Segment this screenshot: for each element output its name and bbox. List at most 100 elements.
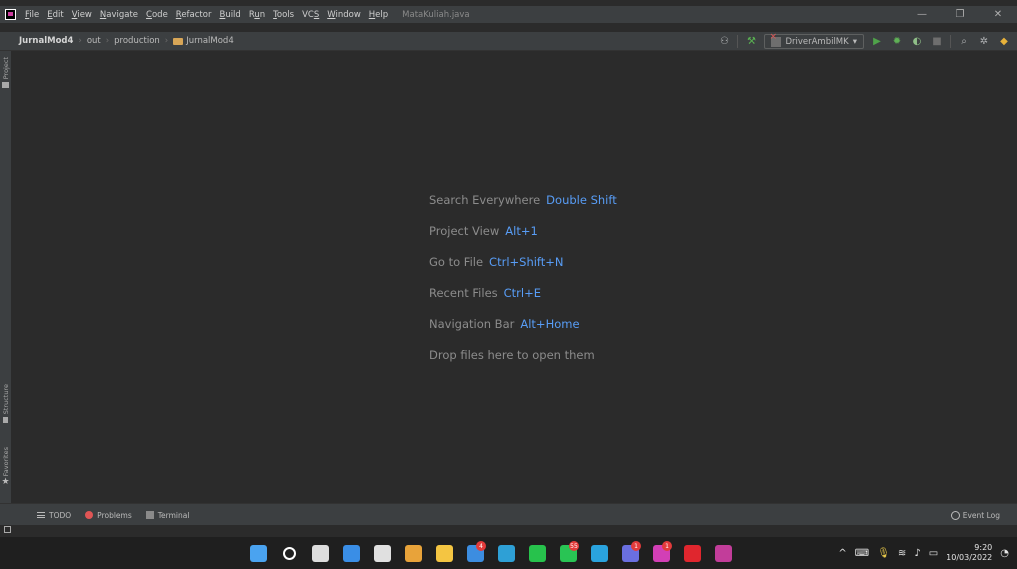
list-icon [37,512,45,518]
tab-todo[interactable]: TODO [37,511,71,520]
clock[interactable]: 9:20 10/03/2022 [946,543,992,563]
taskbar-intellij[interactable] [708,537,739,569]
menu-item-3[interactable]: Navigate [100,10,138,20]
event-log-button[interactable]: Event Log [950,504,1000,526]
taskbar-search[interactable] [274,537,305,569]
menu-item-4[interactable]: Code [146,10,168,20]
bottom-tool-bar: TODO Problems Terminal Event Log [0,503,1017,525]
divider [737,35,739,48]
run-icon[interactable]: ▶ [870,35,884,49]
line-icon [529,544,546,562]
star-icon: ★ [1,477,10,488]
notification-badge: 55 [569,541,579,551]
tab-favorites-label: Favorites [1,447,10,477]
minimize-button[interactable]: — [903,6,941,23]
tab-structure[interactable]: Structure [0,384,11,424]
menu-item-8[interactable]: Tools [273,10,294,20]
clock-date: 10/03/2022 [946,553,993,562]
menu-item-0[interactable]: File [25,10,39,20]
task-view-icon [312,544,329,562]
taskbar-line[interactable] [522,537,553,569]
menu-item-1[interactable]: Edit [47,10,63,20]
hint-search-everywhere: Search Everywhere Double Shift [429,193,617,207]
system-tray: ^ ⌨ 🎙︎ ≋ ♪ ▭ 9:20 10/03/2022 ◔ [838,537,1017,569]
taskbar-file-explorer[interactable] [429,537,460,569]
menu-item-2[interactable]: View [72,10,92,20]
search-icon[interactable]: ⌕ [957,35,971,49]
menu-item-5[interactable]: Refactor [176,10,212,20]
menu-item-9[interactable]: VCS [302,10,319,20]
jetbrains-toolbox-icon[interactable]: ◆ [997,35,1011,49]
chevron-up-icon[interactable]: ^ [838,548,846,559]
taskbar-terminal[interactable] [367,537,398,569]
stop-icon[interactable]: ■ [930,35,944,49]
keyboard-icon[interactable]: ⌨ [855,548,869,559]
divider [950,35,951,48]
taskbar-chrome[interactable] [398,537,429,569]
run-config-icon [769,32,782,47]
menu-item-7[interactable]: Run [249,10,265,20]
taskbar-telegram[interactable] [584,537,615,569]
battery-icon[interactable]: ▭ [929,548,938,559]
hint-go-to-file: Go to File Ctrl+Shift+N [429,255,564,269]
tool-window-toggle-icon[interactable] [4,526,11,533]
widgets-icon [343,544,360,562]
tab-problems[interactable]: Problems [85,511,132,520]
microphone-icon[interactable]: 🎙︎ [877,548,890,559]
taskbar-mail[interactable]: 4 [460,537,491,569]
tab-terminal[interactable]: Terminal [145,511,189,520]
bottom-tabs: TODO Problems Terminal [37,504,189,526]
breadcrumb-out[interactable]: out [87,36,101,46]
volume-icon[interactable]: ♪ [914,548,920,559]
taskbar-opera[interactable] [677,537,708,569]
notification-badge: 4 [476,541,486,551]
close-button[interactable]: ✕ [979,6,1017,23]
breadcrumb-project[interactable]: JurnalMod4 [19,36,73,46]
tab-todo-label: TODO [49,510,72,520]
user-icon[interactable]: ⚇ [717,35,731,49]
window-controls: — ❐ ✕ [903,6,1017,23]
taskbar-edge[interactable] [491,537,522,569]
run-configuration-label: DriverAmbilMK [785,36,849,47]
title-bar: File Edit View Navigate Code Refactor Build Run… [0,6,1017,23]
run-configuration-select[interactable]: DriverAmbilMK ▾ [764,32,864,49]
taskbar-widgets[interactable] [336,537,367,569]
menu-item-11[interactable]: Help [369,10,388,20]
wifi-icon[interactable]: ≋ [898,548,906,559]
taskbar-task-view[interactable] [305,537,336,569]
build-hammer-icon[interactable]: ⚒ [744,35,758,49]
editor-area[interactable]: Search Everywhere Double Shift Project V… [11,52,1017,503]
chevron-right-icon: › [105,36,110,46]
notification-badge: 1 [662,541,672,551]
navigation-bar: JurnalMod4 › out › production › JurnalMo… [0,32,1017,51]
intellij-logo-icon[interactable] [5,9,16,20]
intellij-icon [715,544,732,562]
tab-structure-label: Structure [1,384,10,415]
debug-icon[interactable]: ✹ [890,35,904,49]
notification-icon[interactable]: ◔ [1000,548,1009,559]
breadcrumb: JurnalMod4 › out › production › JurnalMo… [19,36,234,46]
taskbar-teams[interactable]: 1 [615,537,646,569]
tab-project-label: Project [1,57,10,80]
chevron-right-icon: › [164,36,169,46]
taskbar-whatsapp[interactable]: 55 [553,537,584,569]
breadcrumb-production[interactable]: production [114,36,160,46]
folder-icon [2,82,9,89]
chevron-down-icon: ▾ [852,36,857,47]
tab-favorites[interactable]: Favorites ★ [0,447,11,487]
clock-time: 9:20 [974,543,993,552]
breadcrumb-module[interactable]: JurnalMod4 [186,36,234,46]
hint-project-view: Project View Alt+1 [429,224,538,238]
menu-item-6[interactable]: Build [219,10,240,20]
event-log-icon [950,510,960,520]
taskbar-messenger[interactable]: 1 [646,537,677,569]
taskbar-start[interactable] [243,537,274,569]
tab-project[interactable]: Project [0,57,11,89]
coverage-icon[interactable]: ◐ [910,35,924,49]
tab-problems-label: Problems [97,510,132,520]
settings-gear-icon[interactable]: ✲ [977,35,991,49]
opera-icon [684,544,701,562]
restore-button[interactable]: ❐ [941,6,979,23]
terminal-icon [374,544,391,562]
menu-item-10[interactable]: Window [327,10,361,20]
